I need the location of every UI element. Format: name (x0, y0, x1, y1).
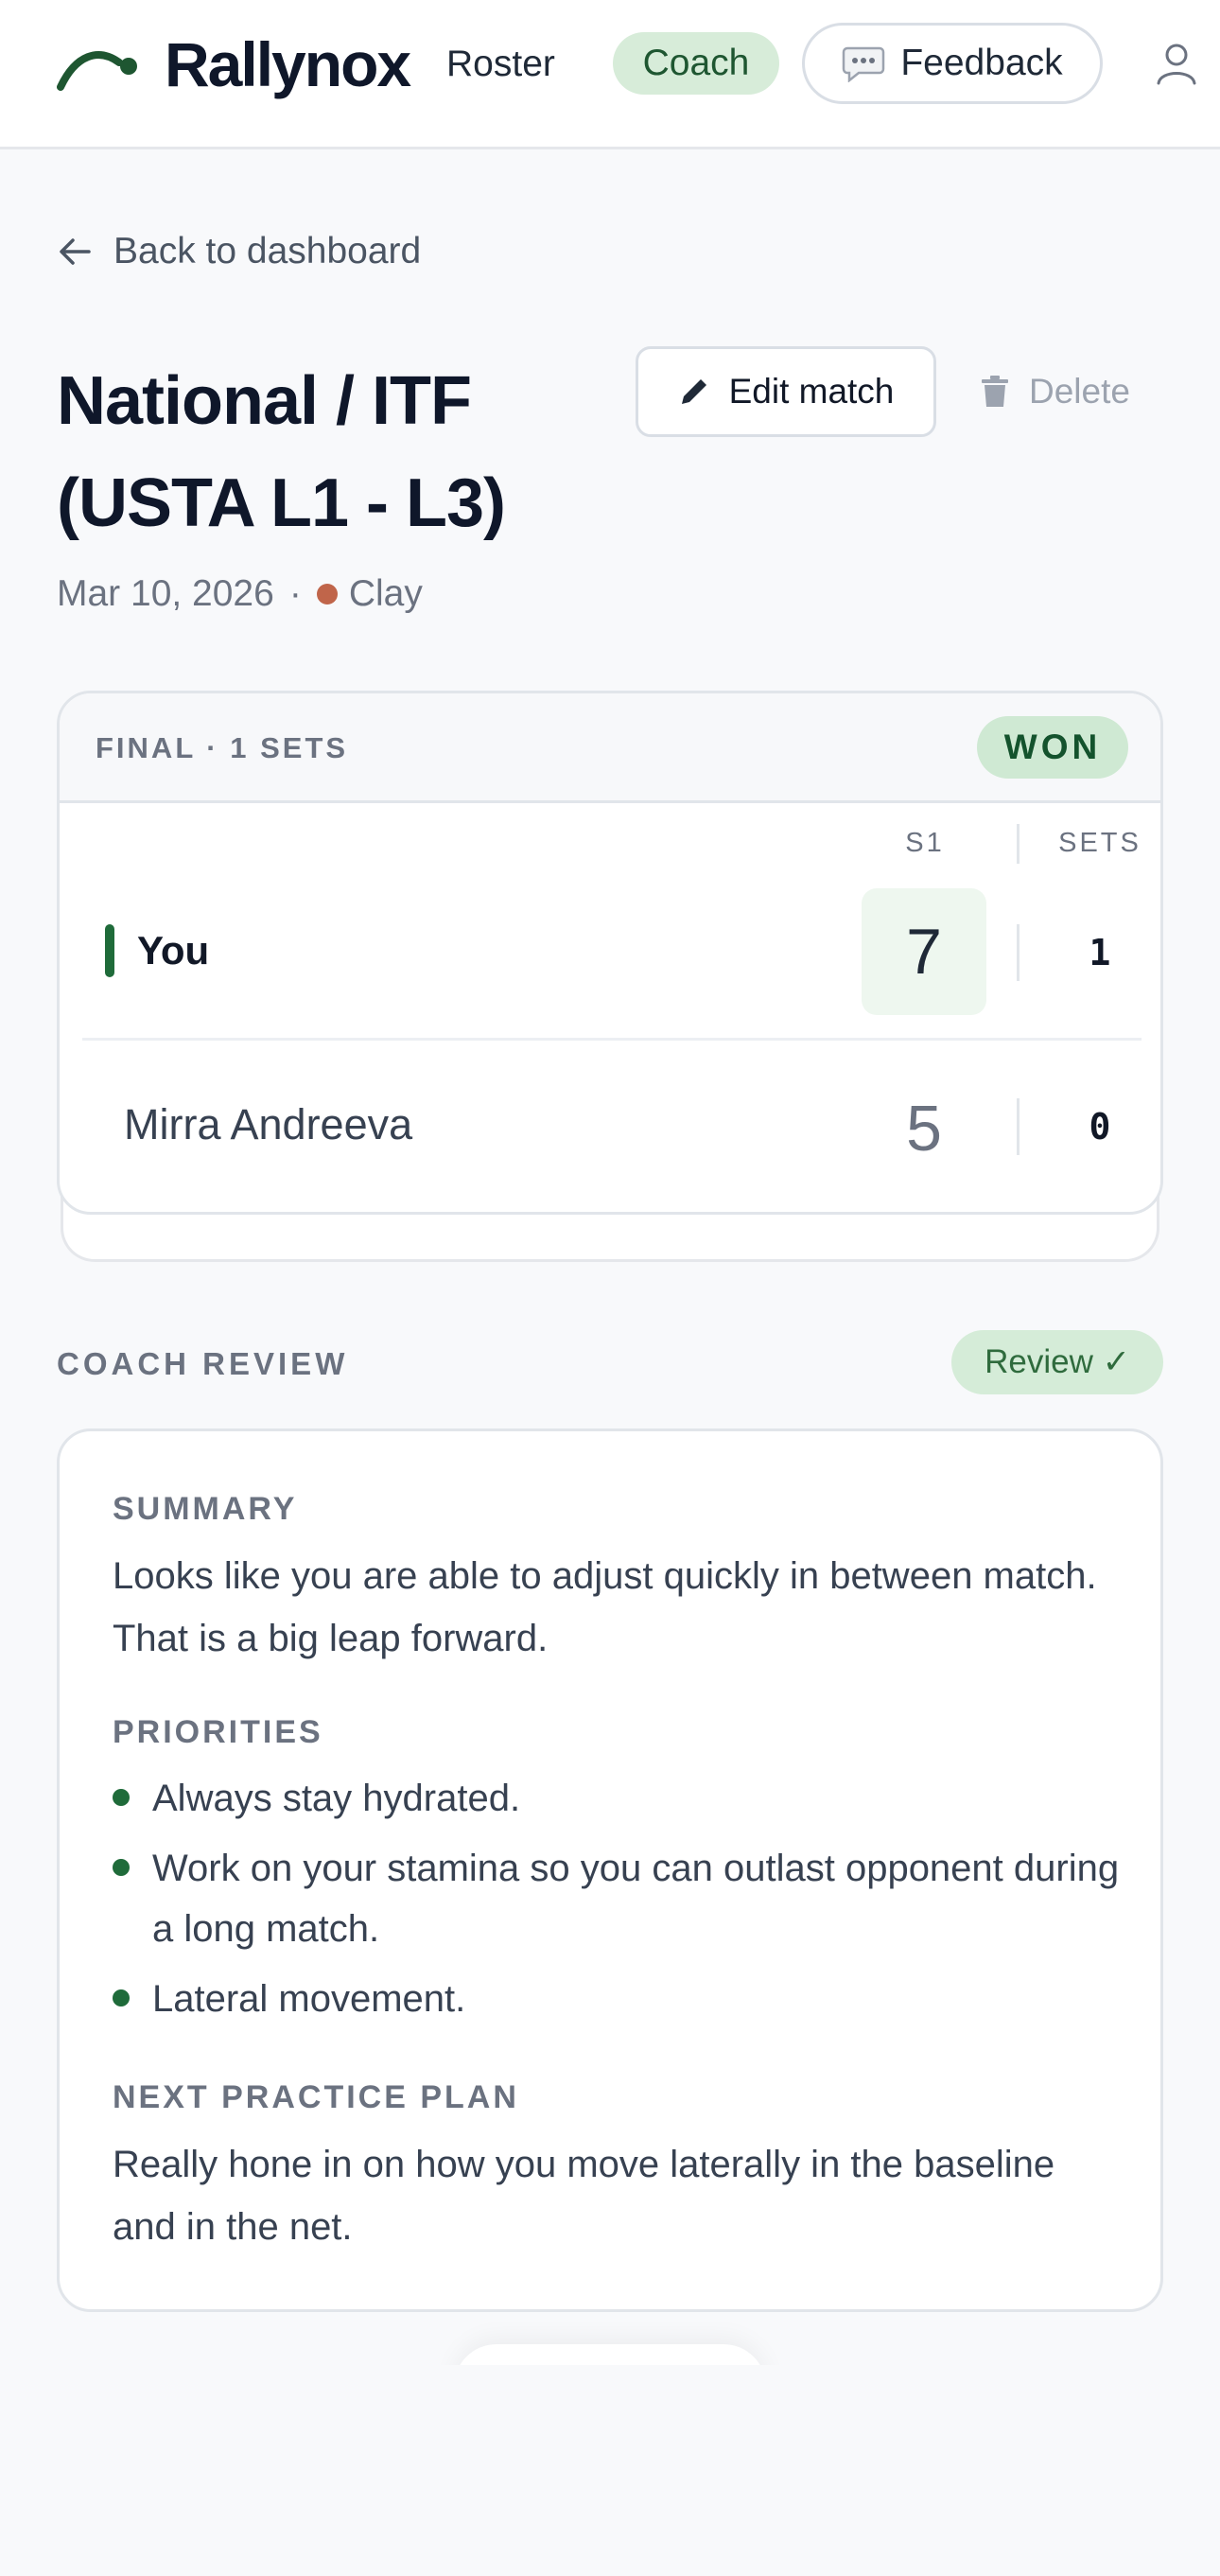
opponent-set1-score: 5 (906, 1093, 942, 1165)
coach-review-heading: COACH REVIEW (57, 1346, 349, 1381)
match-meta: Mar 10, 2026 · Clay (57, 566, 423, 622)
edit-match-button[interactable]: Edit match (636, 346, 936, 437)
bullet-dot (113, 1789, 130, 1806)
column-divider (1017, 924, 1020, 981)
scoreboard-card: FINAL · 1 SETS WON S1 SETS You 7 1 Mirra… (57, 691, 1163, 1215)
top-nav: Rallynox Roster Coach Feedback (0, 0, 1220, 149)
priority-item: Lateral movement. (113, 1969, 1124, 2029)
brand-name[interactable]: Rallynox (165, 28, 411, 100)
speech-bubble-icon (843, 46, 885, 82)
column-divider (1017, 1098, 1020, 1155)
coach-review-card: SUMMARY Looks like you are able to adjus… (57, 1428, 1163, 2312)
match-surface: Clay (348, 573, 423, 614)
match-date: Mar 10, 2026 (57, 573, 274, 614)
priority-text: Always stay hydrated. (152, 1778, 521, 1819)
opponent-name: Mirra Andreeva (124, 1100, 413, 1148)
nav-roster-link[interactable]: Roster (446, 36, 555, 93)
priority-item: Always stay hydrated. (113, 1768, 1124, 1829)
player-sets-won: 1 (1089, 932, 1111, 973)
final-sets-label: FINAL · 1 SETS (96, 731, 349, 764)
review-status-badge[interactable]: Review ✓ (951, 1330, 1163, 1394)
bullet-dot (113, 1859, 130, 1876)
next-practice-plan-text: Really hone in on how you move laterally… (113, 2144, 1055, 2248)
edit-match-label: Edit match (728, 372, 895, 411)
priority-text: Work on your stamina so you can outlast … (152, 1848, 1120, 1950)
surface-color-dot (316, 584, 338, 605)
player-name: You (137, 928, 210, 973)
pencil-icon (681, 379, 706, 404)
winner-indicator-bar (105, 924, 114, 977)
delete-label: Delete (1029, 372, 1130, 411)
meta-separator: · (288, 573, 302, 614)
summary-text: Looks like you are able to adjust quickl… (113, 1555, 1097, 1659)
back-link-label: Back to dashboard (113, 231, 422, 272)
sets-column-header: SETS (1058, 828, 1142, 858)
arrow-left-icon (60, 238, 91, 265)
opponent-sets-won: 0 (1089, 1106, 1111, 1148)
bullet-dot (113, 1989, 130, 2006)
nav-coach-pill[interactable]: Coach (613, 32, 779, 95)
delete-button[interactable]: Delete (980, 346, 1150, 437)
priority-text: Lateral movement. (152, 1978, 466, 2020)
result-badge: WON (977, 716, 1128, 779)
scoreboard-header: FINAL · 1 SETS WON (60, 693, 1160, 803)
user-icon[interactable] (1156, 42, 1197, 85)
column-divider (1017, 824, 1020, 864)
match-title: National / ITF (USTA L1 - L3) (57, 363, 506, 541)
next-practice-plan-label: NEXT PRACTICE PLAN (113, 2079, 519, 2115)
rally-swoosh-logo-icon[interactable] (57, 42, 142, 95)
player-set1-score: 7 (862, 888, 986, 1015)
priorities-label: PRIORITIES (113, 1714, 323, 1750)
set1-column-header: S1 (905, 828, 945, 858)
bottom-fade (0, 2365, 1220, 2576)
back-to-dashboard-link[interactable]: Back to dashboard (57, 223, 421, 280)
row-divider (82, 1038, 1142, 1041)
feedback-label: Feedback (900, 43, 1063, 83)
priority-item: Work on your stamina so you can outlast … (113, 1838, 1124, 1959)
feedback-button[interactable]: Feedback (802, 23, 1103, 104)
summary-label: SUMMARY (113, 1491, 298, 1527)
trash-icon (982, 376, 1008, 407)
